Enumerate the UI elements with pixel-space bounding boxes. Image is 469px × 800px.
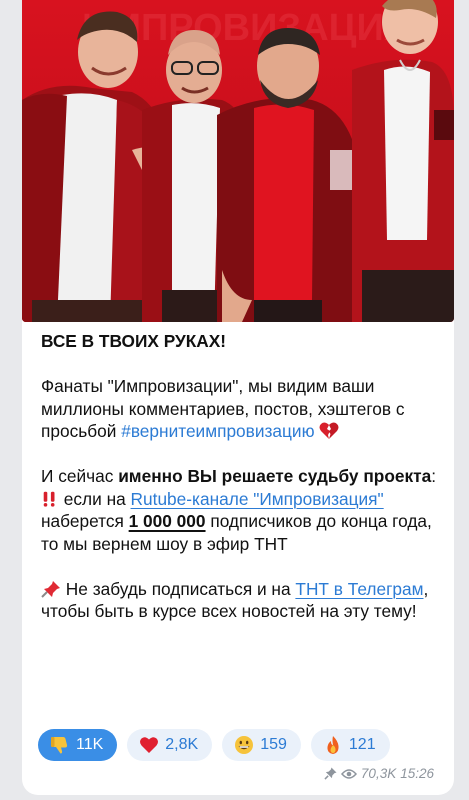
double-exclamation-icon bbox=[43, 491, 55, 507]
tnt-telegram-link[interactable]: ТНТ в Телеграм bbox=[295, 579, 423, 599]
subscriber-goal: 1 000 000 bbox=[128, 511, 206, 531]
reaction-count: 11K bbox=[76, 736, 104, 753]
reaction-fire[interactable]: 121 bbox=[310, 729, 390, 761]
post-meta: 70,3K 15:26 bbox=[324, 766, 434, 781]
grinning-face-icon bbox=[235, 736, 254, 754]
pushpin-icon bbox=[41, 580, 60, 598]
rutube-channel-link[interactable]: Rutube-канале "Импровизация" bbox=[131, 489, 384, 509]
paragraph-subscribe-prefix: Не забудь подписаться и на bbox=[61, 578, 296, 599]
reaction-grin[interactable]: 159 bbox=[222, 729, 301, 761]
channel-post: ИМПРОВИЗАЦИЯ ВСЕ В ТВОИХ РУКАХ! Фанаты "… bbox=[22, 0, 454, 795]
paragraph-rutube-mid: наберется bbox=[41, 511, 129, 531]
views-count: 70,3K bbox=[360, 766, 397, 781]
post-photo[interactable]: ИМПРОВИЗАЦИЯ bbox=[22, 0, 454, 322]
paragraph-rutube-prefix: если на bbox=[59, 488, 131, 509]
paragraph-decide: И сейчас именно ВЫ решаете судьбу проект… bbox=[41, 465, 441, 555]
reactions-bar: 11K 2,8K 159 121 bbox=[38, 729, 390, 761]
post-title: ВСЕ В ТВОИХ РУКАХ! bbox=[41, 331, 227, 351]
eye-icon bbox=[340, 768, 357, 779]
reaction-heart[interactable]: 2,8K bbox=[127, 729, 213, 761]
reaction-thumbs-down[interactable]: 11K bbox=[38, 729, 118, 761]
post-body: ВСЕ В ТВОИХ РУКАХ! Фанаты "Импровизации"… bbox=[41, 330, 441, 645]
reaction-count: 159 bbox=[260, 736, 287, 753]
paragraph-decide-prefix: И сейчас bbox=[41, 466, 119, 486]
paragraph-subscribe: Не забудь подписаться и на ТНТ в Телегра… bbox=[41, 578, 441, 623]
reaction-count: 121 bbox=[348, 736, 376, 753]
paragraph-decide-bold: именно ВЫ решаете судьбу проекта bbox=[118, 466, 432, 486]
red-heart-icon bbox=[140, 737, 159, 753]
cast-photo-illustration: ИМПРОВИЗАЦИЯ bbox=[22, 0, 454, 322]
paragraph-decide-colon: : bbox=[431, 466, 437, 486]
person-3 bbox=[217, 28, 362, 322]
hashtag-link[interactable]: #вернитеимпровизацию bbox=[121, 421, 314, 441]
reaction-count: 2,8K bbox=[165, 736, 199, 753]
post-time: 15:26 bbox=[400, 766, 434, 781]
paragraph-fans: Фанаты "Импровизации", мы видим ваши мил… bbox=[41, 375, 441, 443]
broken-heart-icon bbox=[319, 422, 339, 439]
pin-icon bbox=[324, 767, 337, 780]
fire-icon bbox=[327, 736, 339, 754]
thumbs-down-icon bbox=[51, 737, 68, 754]
